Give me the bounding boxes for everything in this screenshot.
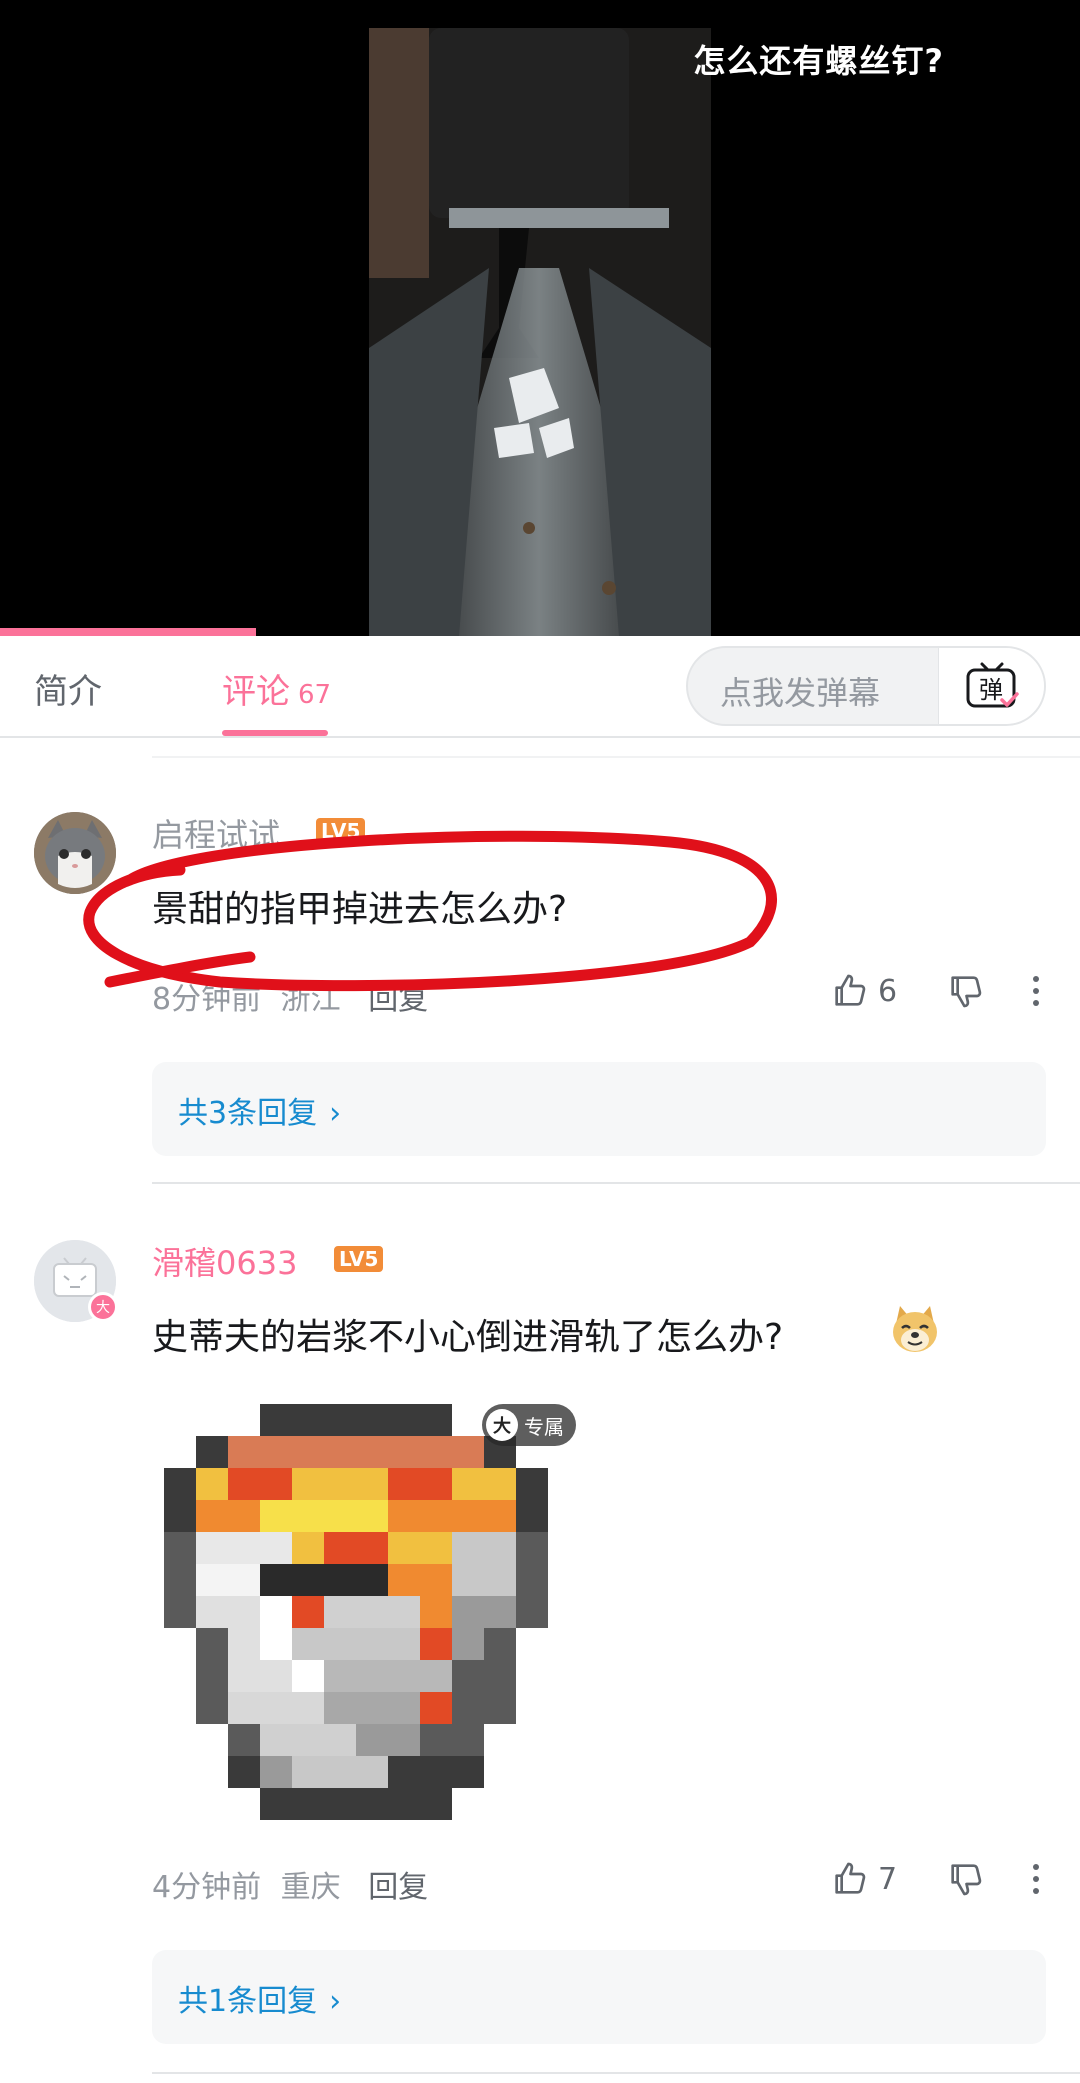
lava-bucket-sticker[interactable] — [164, 1392, 580, 1832]
view-replies-link[interactable]: 共1条回复 › — [178, 1976, 341, 2020]
comment-time: 4分钟前 — [152, 1870, 262, 1905]
view-replies-label: 共1条回复 — [178, 1984, 318, 2019]
video-player[interactable]: 怎么还有螺丝钉? — [0, 0, 1080, 636]
level-badge: LV5 — [316, 818, 366, 844]
more-vertical-icon — [1033, 1864, 1039, 1894]
like-count: 6 — [878, 973, 898, 1009]
exclusive-sticker-badge: 大 专属 — [482, 1404, 576, 1446]
tab-bar: 简介 评论 67 点我发弹幕 弹 — [0, 636, 1080, 738]
username[interactable]: 启程试试 — [152, 810, 280, 856]
thumb-down-icon — [951, 1864, 982, 1896]
video-frame[interactable] — [369, 28, 711, 636]
comment-actions: 7 — [830, 1854, 1060, 1904]
doge-emoji-icon — [893, 1306, 937, 1352]
thumb-up-icon — [835, 974, 866, 1006]
tv-danmaku-icon: 弹 — [966, 662, 1019, 708]
comment-location: 重庆 — [280, 1870, 341, 1905]
vip-badge: 大 — [88, 1292, 118, 1322]
more-vertical-icon — [1033, 976, 1039, 1006]
level-badge: LV5 — [334, 1246, 384, 1272]
video-overlay-title: 怎么还有螺丝钉? — [693, 42, 944, 80]
more-button[interactable] — [1030, 1854, 1042, 1904]
chevron-right-icon: › — [329, 1984, 342, 2019]
danmaku-input[interactable]: 点我发弹幕 弹 — [686, 646, 1046, 726]
username[interactable]: 滑稽0633 — [152, 1238, 297, 1284]
more-button[interactable] — [1030, 966, 1042, 1016]
chevron-right-icon: › — [329, 1096, 342, 1131]
video-progress-bar[interactable] — [0, 628, 256, 636]
tab-intro[interactable]: 简介 — [34, 664, 102, 713]
comment-divider — [152, 1182, 1080, 1184]
like-button[interactable]: 6 — [830, 966, 897, 1016]
comment-text[interactable]: 史蒂夫的岩浆不小心倒进滑轨了怎么办? — [152, 1308, 783, 1360]
comment-location: 浙江 — [280, 982, 341, 1017]
replies-box[interactable]: 共1条回复 › — [152, 1950, 1046, 2044]
dislike-button[interactable] — [946, 1854, 986, 1904]
comment-meta: 8分钟前 浙江 回复 — [152, 974, 428, 1018]
reply-button[interactable]: 回复 — [368, 982, 428, 1017]
reply-button[interactable]: 回复 — [368, 1870, 428, 1905]
view-replies-link[interactable]: 共3条回复 › — [178, 1088, 341, 1132]
view-replies-label: 共3条回复 — [178, 1096, 318, 1131]
tab-comments-label: 评论 — [222, 672, 290, 712]
exclusive-badge-label: 专属 — [524, 1414, 564, 1439]
like-count: 7 — [878, 1861, 898, 1897]
exclusive-badge-icon: 大 — [486, 1409, 518, 1441]
tab-active-underline — [222, 730, 328, 736]
avatar[interactable]: 大 — [34, 1240, 118, 1322]
comment-meta: 4分钟前 重庆 回复 — [152, 1862, 428, 1906]
dislike-button[interactable] — [946, 966, 986, 1016]
tab-comments-count: 67 — [298, 680, 332, 710]
danmaku-placeholder: 点我发弹幕 — [720, 674, 881, 712]
comment-text[interactable]: 景甜的指甲掉进去怎么办? — [152, 880, 567, 932]
replies-box[interactable]: 共3条回复 › — [152, 1062, 1046, 1156]
tab-comments[interactable]: 评论 67 — [222, 664, 331, 713]
cat-avatar-image — [34, 812, 116, 894]
tv-danmaku-glyph: 弹 — [979, 676, 1003, 704]
video-still-image — [369, 28, 711, 636]
danmaku-toggle-button[interactable]: 弹 — [938, 648, 1044, 724]
like-button[interactable]: 7 — [830, 1854, 897, 1904]
comment-actions: 6 — [830, 966, 1060, 1016]
list-divider — [152, 756, 1080, 758]
thumb-up-icon — [835, 1862, 866, 1894]
comment-divider — [152, 2072, 1080, 2074]
thumb-down-icon — [951, 976, 982, 1008]
comment-time: 8分钟前 — [152, 982, 262, 1017]
avatar[interactable] — [34, 812, 116, 894]
